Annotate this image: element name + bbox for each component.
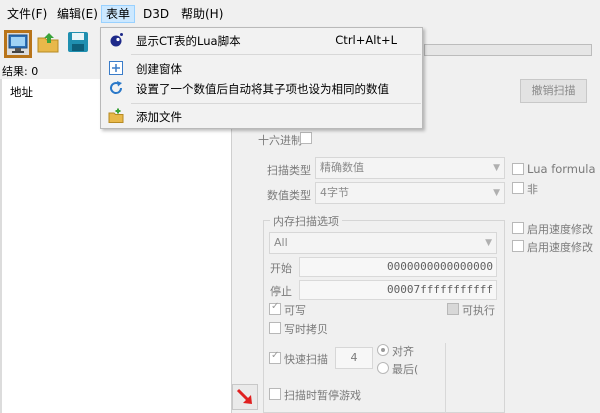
speedhack-label-2: 启用速度修改 <box>527 241 593 254</box>
fast-scan-value-input[interactable]: 4 <box>335 347 373 369</box>
address-list-panel[interactable]: 地址 <box>0 79 232 413</box>
copy-on-write-checkbox[interactable] <box>269 322 281 334</box>
menu-help[interactable]: 帮助(H) <box>177 5 227 23</box>
chevron-down-icon: ▼ <box>485 238 492 248</box>
region-value: All <box>274 236 288 249</box>
lua-formula-label: Lua formula <box>527 162 596 176</box>
chevron-down-icon: ▼ <box>493 163 500 173</box>
scan-type-label: 扫描类型 <box>267 164 311 177</box>
menu-item-label: 设置了一个数值后自动将其子项也设为相同的数值 <box>136 82 389 96</box>
speedhack-checkbox-1[interactable] <box>512 222 524 234</box>
value-type-select[interactable]: 4字节 ▼ <box>315 182 505 204</box>
align-label: 对齐 <box>392 345 414 358</box>
start-address-input[interactable]: 0000000000000000 <box>299 257 497 277</box>
add-address-arrow-button[interactable] <box>232 384 258 410</box>
add-folder-icon <box>108 108 124 123</box>
folder-open-icon <box>37 33 59 53</box>
panel-edge <box>0 79 2 413</box>
last-digits-label: 最后( <box>392 363 419 376</box>
menu-file[interactable]: 文件(F) <box>3 5 51 23</box>
table-menu-dropdown: 显示CT表的Lua脚本 Ctrl+Alt+L 创建窗体 设置了一个数值后自动将其… <box>100 27 423 129</box>
lua-formula-checkbox[interactable] <box>512 163 524 175</box>
executable-checkbox[interactable] <box>447 303 459 315</box>
fast-scan-label: 快速扫描 <box>284 353 328 366</box>
menu-item-shortcut: Ctrl+Alt+L <box>335 33 397 47</box>
stop-address-input[interactable]: 00007fffffffffff <box>299 280 497 300</box>
menu-bar: 文件(F) 编辑(E) 表单 D3D 帮助(H) <box>0 0 600 28</box>
menu-item-label: 显示CT表的Lua脚本 <box>136 34 241 48</box>
menu-item-add-file[interactable]: 添加文件 <box>102 106 421 126</box>
menu-separator <box>131 54 421 55</box>
pause-game-checkbox[interactable] <box>269 388 281 400</box>
hex-label: 十六进制 <box>258 134 302 147</box>
refresh-icon <box>110 81 123 94</box>
start-label: 开始 <box>270 262 292 275</box>
menu-item-create-form[interactable]: 创建窗体 <box>102 58 421 78</box>
memory-region-select[interactable]: All ▼ <box>269 232 497 254</box>
hex-checkbox[interactable] <box>300 132 312 144</box>
not-label: 非 <box>527 183 538 196</box>
value-type-label: 数值类型 <box>267 189 311 202</box>
speedhack-checkbox-2[interactable] <box>512 240 524 252</box>
computer-icon <box>8 34 28 53</box>
menu-d3d[interactable]: D3D <box>139 5 173 23</box>
undo-scan-button[interactable]: 撤销扫描 <box>520 79 587 103</box>
value-type-value: 4字节 <box>320 186 349 199</box>
not-checkbox[interactable] <box>512 182 524 194</box>
save-button[interactable] <box>66 30 94 58</box>
last-digits-radio[interactable] <box>377 362 389 374</box>
address-column-header[interactable]: 地址 <box>10 84 33 100</box>
menu-item-label: 创建窗体 <box>136 62 182 76</box>
group-divider <box>445 343 446 413</box>
save-disk-icon <box>68 32 88 52</box>
memory-options-title: 内存扫描选项 <box>270 213 342 229</box>
fast-scan-checkbox[interactable] <box>269 350 281 364</box>
menu-table[interactable]: 表单 <box>101 5 136 23</box>
results-count: 结果: 0 <box>2 65 39 78</box>
lua-moon-icon <box>110 33 123 47</box>
copy-on-write-label: 写时拷贝 <box>284 323 328 336</box>
speedhack-label-1: 启用速度修改 <box>527 223 593 236</box>
menu-separator <box>131 103 421 104</box>
arrow-down-right-icon <box>236 388 252 404</box>
stop-label: 停止 <box>270 285 292 298</box>
menu-item-label: 添加文件 <box>136 110 182 124</box>
plus-box-icon <box>109 61 123 75</box>
writable-label: 可写 <box>284 304 306 317</box>
open-file-button[interactable] <box>36 30 64 58</box>
menu-edit[interactable]: 编辑(E) <box>53 5 102 23</box>
scan-progress-bar <box>424 44 592 56</box>
executable-label: 可执行 <box>462 304 495 317</box>
pause-game-label: 扫描时暂停游戏 <box>284 389 361 402</box>
menu-item-show-lua-script[interactable]: 显示CT表的Lua脚本 Ctrl+Alt+L <box>102 30 421 50</box>
open-process-button[interactable] <box>4 30 32 58</box>
writable-checkbox[interactable] <box>269 301 281 315</box>
chevron-down-icon: ▼ <box>493 188 500 198</box>
menu-item-auto-set-children[interactable]: 设置了一个数值后自动将其子项也设为相同的数值 <box>102 78 421 98</box>
scan-type-select[interactable]: 精确数值 ▼ <box>315 157 505 179</box>
align-radio[interactable] <box>377 344 389 356</box>
scan-type-value: 精确数值 <box>320 161 364 174</box>
